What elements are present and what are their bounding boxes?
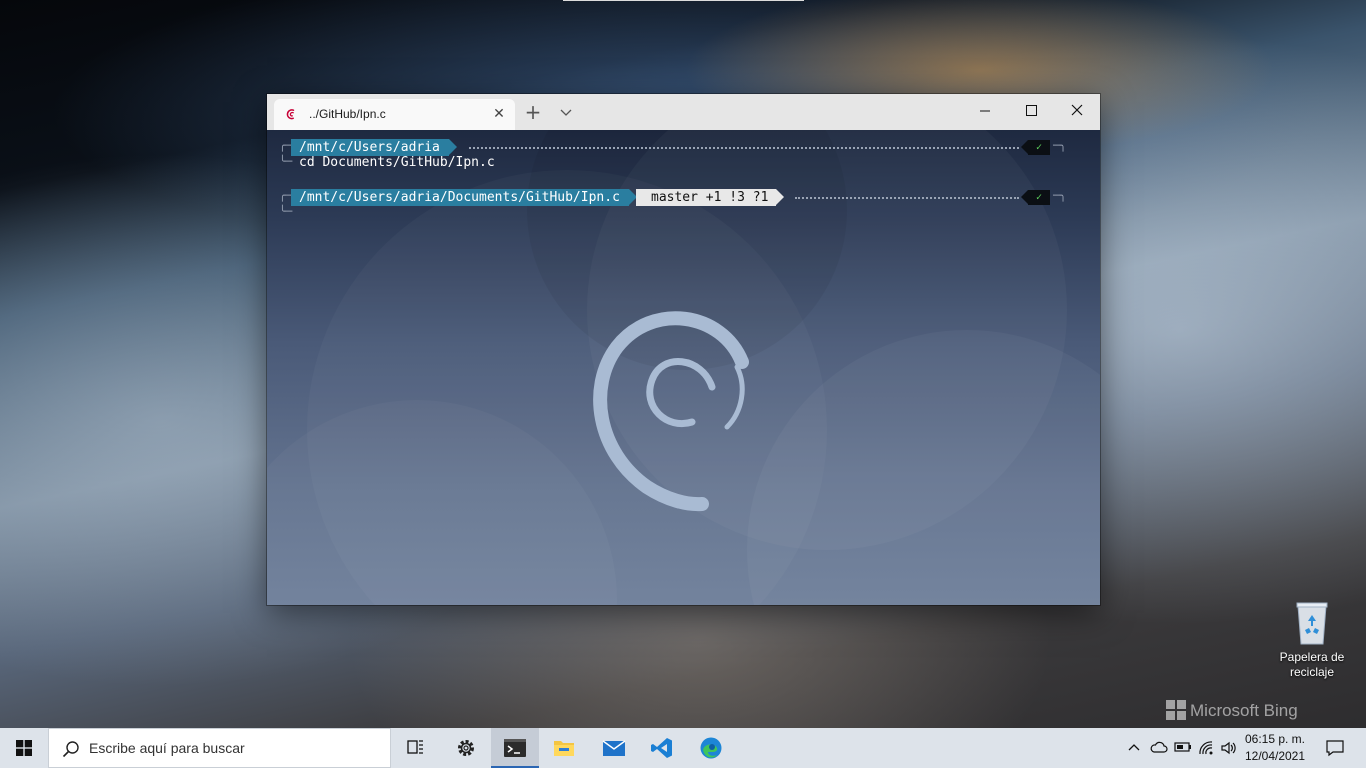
edge-button[interactable] <box>687 728 735 768</box>
chevron-down-icon <box>560 109 572 116</box>
battery-icon <box>1174 742 1191 752</box>
speaker-icon <box>1221 741 1236 755</box>
tab-dropdown-button[interactable] <box>555 101 577 123</box>
debian-swirl-logo <box>593 311 749 512</box>
status-ok-icon: ✓ <box>1021 190 1050 205</box>
close-tab-icon[interactable]: ✕ <box>491 106 507 122</box>
bing-watermark: Microsoft Bing <box>1166 700 1298 721</box>
minimize-icon <box>980 110 990 112</box>
mail-icon <box>602 740 626 756</box>
search-placeholder: Escribe aquí para buscar <box>89 740 245 756</box>
start-button[interactable] <box>0 728 48 768</box>
path-segment: /mnt/c/Users/adria/Documents/GitHub/Ipn.… <box>291 189 637 206</box>
taskbar: Escribe aquí para buscar 06:15 p. m. 12/… <box>0 728 1366 768</box>
mail-button[interactable] <box>590 728 638 768</box>
wifi-icon <box>1199 741 1213 755</box>
background-window-edge <box>563 0 804 1</box>
notification-icon <box>1326 740 1344 757</box>
volume-tray-button[interactable] <box>1219 728 1241 768</box>
battery-tray-button[interactable] <box>1172 728 1194 768</box>
status-ok-icon: ✓ <box>1021 140 1050 155</box>
command-text: cd Documents/GitHub/Ipn.c <box>299 155 495 170</box>
chevron-up-icon <box>1128 744 1140 751</box>
command-line-1: ╰─ cd Documents/GitHub/Ipn.c <box>279 155 1069 172</box>
terminal-content[interactable]: ╭─ /mnt/c/Users/adria ✓ ─╮ ╰─ cd Documen… <box>267 130 1100 605</box>
recycle-bin[interactable]: Papelera de reciclaje <box>1274 600 1350 680</box>
recycle-bin-label-line1: Papelera de <box>1279 650 1345 664</box>
task-view-icon <box>407 740 423 754</box>
onedrive-tray-button[interactable] <box>1148 728 1170 768</box>
minimize-button[interactable] <box>962 94 1008 130</box>
action-center-button[interactable] <box>1316 728 1356 768</box>
terminal-window[interactable]: ../GitHub/Ipn.c ✕ + ╭─ /mnt/c/Users/adri… <box>267 94 1100 605</box>
recycle-bin-icon <box>1295 600 1329 646</box>
prompt-frame-right: ─╮ <box>1053 189 1067 202</box>
prompt-frame: ╰─ <box>279 155 293 168</box>
clock[interactable]: 06:15 p. m. 12/04/2021 <box>1240 731 1310 765</box>
settings-taskbar-button[interactable] <box>442 728 490 768</box>
edge-icon <box>700 737 722 759</box>
watermark-text: Microsoft Bing <box>1190 701 1298 720</box>
new-tab-button[interactable]: + <box>522 101 544 123</box>
microsoft-logo-icon <box>1166 700 1186 720</box>
maximize-button[interactable] <box>1008 94 1054 130</box>
prompt-filler <box>469 147 1019 151</box>
prompt-line-1: ╭─ /mnt/c/Users/adria ✓ ─╮ <box>279 139 1069 156</box>
tab-title: ../GitHub/Ipn.c <box>309 107 386 121</box>
prompt-frame: ╰─ <box>279 205 293 218</box>
command-line-2: ╰─ <box>279 205 1069 222</box>
file-explorer-button[interactable] <box>540 728 588 768</box>
debian-icon <box>286 109 295 120</box>
wifi-tray-button[interactable] <box>1196 728 1218 768</box>
clock-time: 06:15 p. m. <box>1244 732 1306 746</box>
title-bar[interactable]: ../GitHub/Ipn.c ✕ + <box>267 94 1100 130</box>
prompt-line-2: ╭─ /mnt/c/Users/adria/Documents/GitHub/I… <box>279 189 1069 206</box>
terminal-tab[interactable]: ../GitHub/Ipn.c ✕ <box>274 99 515 130</box>
close-icon <box>1071 104 1083 116</box>
gear-icon <box>458 740 474 756</box>
prompt-filler <box>795 197 1019 201</box>
terminal-icon <box>504 739 526 757</box>
vscode-icon <box>651 738 672 758</box>
folder-icon <box>554 741 574 756</box>
prompt-frame-right: ─╮ <box>1053 139 1067 152</box>
search-icon <box>62 741 79 758</box>
task-view-button[interactable] <box>392 728 440 768</box>
clock-date: 12/04/2021 <box>1244 749 1306 763</box>
recycle-bin-label-line2: reciclaje <box>1289 665 1334 679</box>
maximize-icon <box>1025 105 1037 116</box>
windows-logo-icon <box>16 740 32 756</box>
git-segment: master +1 !3 ?1 <box>636 189 785 206</box>
show-hidden-icons-button[interactable] <box>1124 728 1144 768</box>
terminal-taskbar-button[interactable] <box>491 728 539 768</box>
path-segment: /mnt/c/Users/adria <box>291 139 457 156</box>
search-box[interactable]: Escribe aquí para buscar <box>48 728 391 768</box>
close-window-button[interactable] <box>1054 94 1100 130</box>
cloud-icon <box>1150 741 1168 753</box>
vscode-button[interactable] <box>638 728 686 768</box>
